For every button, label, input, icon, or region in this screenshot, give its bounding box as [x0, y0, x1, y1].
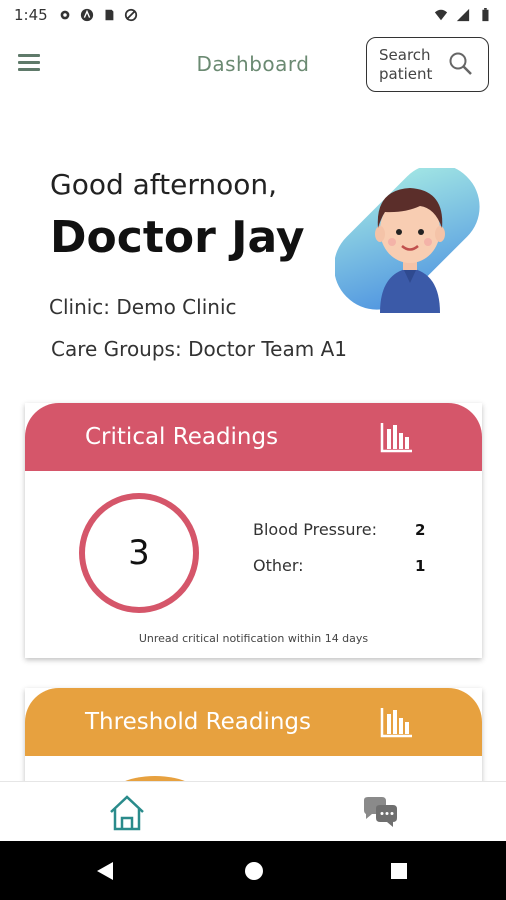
critical-count: 3 [128, 533, 150, 573]
blood-pressure-label: Blood Pressure: [253, 520, 377, 539]
home-nav-icon[interactable] [244, 861, 264, 881]
bottom-nav [0, 781, 506, 841]
critical-note: Unread critical notification within 14 d… [138, 632, 369, 645]
chat-icon[interactable] [362, 796, 400, 830]
wifi-icon [434, 9, 448, 21]
doctor-avatar [335, 168, 480, 313]
critical-readings-card[interactable]: Critical Readings 3 Blood Pressure: 2 Ot… [25, 403, 482, 658]
threshold-readings-card[interactable]: Threshold Readings [25, 688, 482, 788]
battery-icon [482, 8, 489, 22]
threshold-readings-header: Threshold Readings [25, 688, 482, 756]
settings-icon [60, 10, 70, 20]
back-icon[interactable] [95, 861, 115, 881]
status-bar: 1:45 [0, 0, 506, 30]
critical-readings-header: Critical Readings [25, 403, 482, 471]
search-button-label: Search patient [379, 45, 433, 83]
care-groups-label: Care Groups: Doctor Team A1 [51, 337, 347, 361]
signal-icon [456, 8, 470, 22]
search-patient-button[interactable]: Search patient [366, 37, 489, 92]
system-nav-bar [0, 841, 506, 900]
app-badge-icon [80, 8, 93, 22]
search-icon [449, 52, 472, 75]
sd-card-icon [105, 9, 114, 21]
blood-pressure-value: 2 [415, 521, 426, 539]
other-label: Other: [253, 556, 304, 575]
doctor-name: Doctor Jay [50, 212, 305, 263]
bar-chart-icon[interactable] [380, 706, 414, 738]
critical-readings-title: Critical Readings [85, 424, 279, 450]
status-time: 1:45 [14, 6, 48, 24]
app-bar: Dashboard Search patient [0, 30, 506, 100]
threshold-readings-title: Threshold Readings [85, 709, 312, 735]
greeting-salutation: Good afternoon, [50, 168, 278, 201]
other-value: 1 [415, 557, 426, 575]
clinic-label: Clinic: Demo Clinic [49, 295, 237, 319]
home-icon[interactable] [108, 794, 146, 832]
recents-icon[interactable] [390, 862, 408, 880]
critical-count-ring: 3 [79, 493, 199, 613]
block-icon [124, 8, 137, 22]
bar-chart-icon[interactable] [380, 421, 414, 453]
